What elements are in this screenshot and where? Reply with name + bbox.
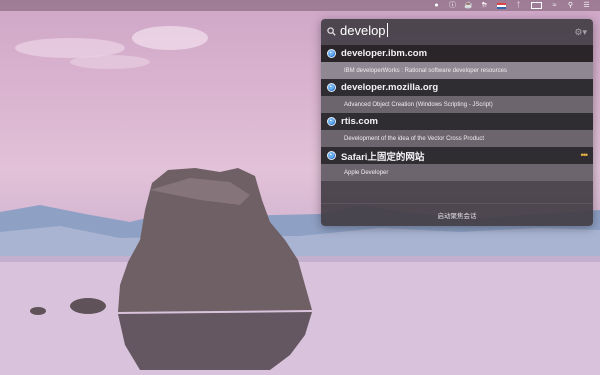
result-title: Safari上固定的网站 (341, 151, 425, 163)
search-input[interactable]: develop (340, 23, 388, 38)
result-item-1[interactable]: IBM developerWorks : Rational software d… (321, 62, 593, 79)
result-item-2[interactable]: Advanced Object Creation (Windows Script… (321, 96, 593, 113)
result-title: rtis.com (341, 116, 378, 127)
result-subtitle: IBM developerWorks : Rational software d… (344, 67, 507, 74)
menu-bar: ● ⓘ ☕ ⛈ ᛏ ≈ ⚲ ☰ (0, 0, 600, 11)
search-bar[interactable]: develop ⚙▾ (321, 19, 593, 45)
wifi-icon[interactable]: ≈ (551, 2, 558, 9)
spotlight-panel: develop ⚙▾ developer.ibm.com IBM develop… (321, 19, 593, 226)
result-subtitle: Development of the idea of the Vector Cr… (344, 135, 485, 142)
evernote-icon[interactable]: ● (433, 2, 440, 9)
safari-icon (327, 151, 336, 160)
result-heading-3[interactable]: rtis.com (321, 113, 593, 130)
list-icon[interactable]: ☰ (583, 2, 590, 9)
result-subtitle: Apple Developer (344, 169, 389, 176)
text-caret (386, 23, 388, 37)
result-heading-4[interactable]: Safari上固定的网站 ••• (321, 147, 593, 164)
gear-icon[interactable]: ⚙▾ (574, 27, 587, 38)
keyboard-icon[interactable] (531, 2, 542, 9)
cup-icon[interactable]: ☕ (464, 2, 473, 9)
result-subtitle: Advanced Object Creation (Windows Script… (344, 101, 493, 108)
spotlight-icon[interactable]: ⚲ (567, 2, 574, 9)
result-title: developer.ibm.com (341, 48, 428, 59)
info-icon[interactable]: ⓘ (449, 2, 456, 9)
more-button[interactable]: ••• (581, 150, 589, 160)
docker-icon[interactable]: ⛈ (481, 2, 488, 9)
search-icon (327, 27, 336, 36)
result-heading-1[interactable]: developer.ibm.com (321, 45, 593, 62)
safari-icon (327, 83, 336, 92)
result-title: developer.mozilla.org (341, 82, 439, 93)
result-item-4[interactable]: Apple Developer (321, 164, 593, 181)
result-heading-2[interactable]: developer.mozilla.org (321, 79, 593, 96)
safari-icon (327, 49, 336, 58)
result-item-3[interactable]: Development of the idea of the Vector Cr… (321, 130, 593, 147)
footer-label: 启动聚焦会话 (437, 213, 477, 220)
safari-icon (327, 117, 336, 126)
bluetooth-icon[interactable]: ᛏ (515, 2, 522, 9)
flag-icon[interactable] (497, 2, 506, 9)
start-focus-session-button[interactable]: 启动聚焦会话 (321, 203, 593, 226)
